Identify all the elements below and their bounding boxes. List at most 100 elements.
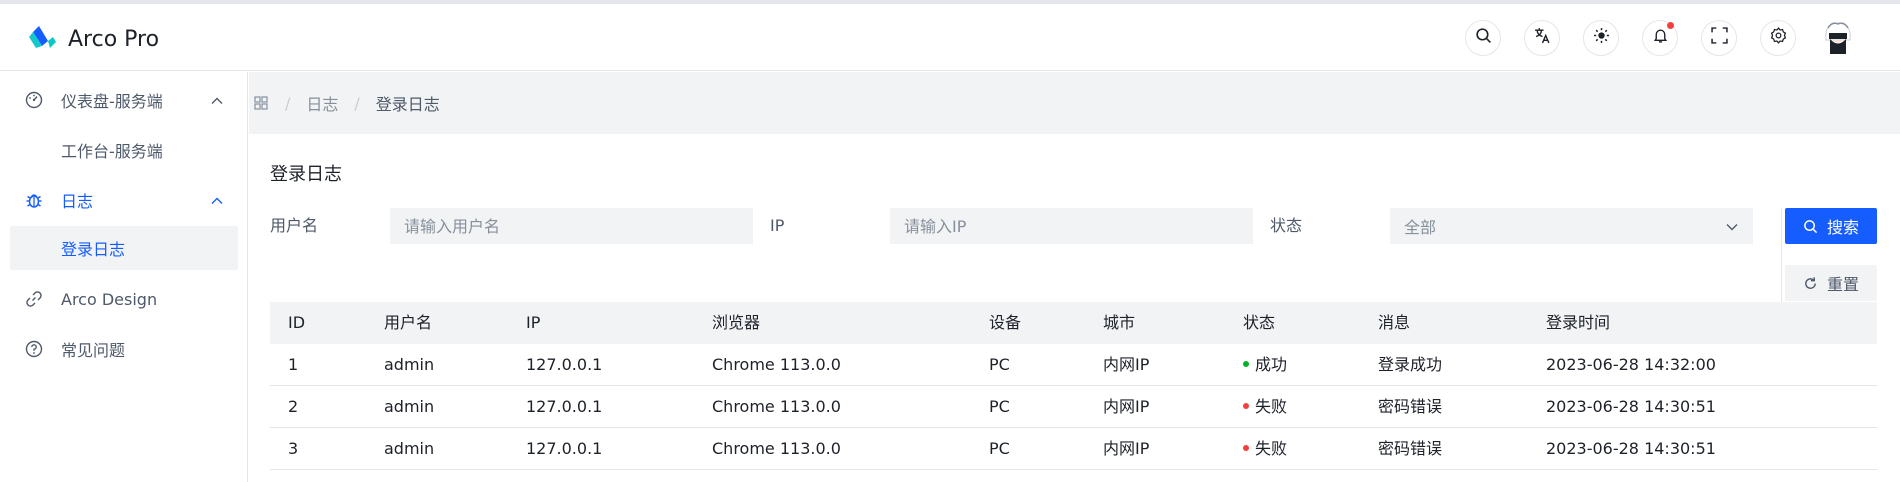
login-log-table: ID 用户名 IP 浏览器 设备 城市 状态 消息 登录时间 1 admin 1… xyxy=(270,302,1877,470)
ip-label: IP xyxy=(770,216,785,235)
sidebar-item-login-log[interactable]: 登录日志 xyxy=(10,226,238,270)
column-header[interactable]: 浏览器 xyxy=(712,302,760,344)
bug-icon xyxy=(24,190,44,210)
translate-icon xyxy=(1534,27,1551,49)
cell-status: 失败 xyxy=(1243,428,1287,470)
settings-icon xyxy=(1770,26,1787,49)
sidebar-item-label: 常见问题 xyxy=(61,341,126,360)
search-icon xyxy=(1803,219,1827,234)
breadcrumb-bar: / 日志 / 登录日志 xyxy=(249,72,1900,134)
cell-time: 2023-06-28 14:30:51 xyxy=(1546,439,1716,458)
page-title: 登录日志 xyxy=(270,164,342,185)
sidebar-item-label: 日志 xyxy=(61,192,94,211)
sidebar: 仪表盘-服务端 工作台-服务端 日志 登录日志 Arco Design 常见问题 xyxy=(0,72,248,482)
app-title: Arco Pro xyxy=(68,27,160,52)
refresh-icon xyxy=(1803,276,1827,291)
cell-ip: 127.0.0.1 xyxy=(526,355,603,374)
brand[interactable]: Arco Pro xyxy=(26,24,159,55)
status-select[interactable]: 全部 xyxy=(1390,208,1753,244)
sidebar-item-arco-design[interactable]: Arco Design xyxy=(10,277,238,321)
cell-time: 2023-06-28 14:32:00 xyxy=(1546,355,1716,374)
link-icon xyxy=(24,289,44,309)
cell-city: 内网IP xyxy=(1103,439,1150,458)
search-button[interactable] xyxy=(1465,19,1501,56)
theme-icon xyxy=(1593,27,1610,49)
cell-username: admin xyxy=(384,439,435,458)
cell-ip: 127.0.0.1 xyxy=(526,397,603,416)
apps-icon[interactable] xyxy=(253,95,269,111)
cell-username: admin xyxy=(384,397,435,416)
sidebar-item-label: Arco Design xyxy=(61,289,158,309)
dashboard-icon xyxy=(24,90,44,110)
fullscreen-button[interactable] xyxy=(1701,19,1737,56)
cell-status: 成功 xyxy=(1243,344,1287,386)
column-header[interactable]: 用户名 xyxy=(384,302,432,344)
chevron-up-icon xyxy=(210,93,224,107)
arco-logo-icon xyxy=(26,24,56,55)
sidebar-item-label: 仪表盘-服务端 xyxy=(61,92,163,111)
status-select-value: 全部 xyxy=(1404,218,1437,237)
status-text: 成功 xyxy=(1255,355,1288,374)
column-header[interactable]: IP xyxy=(526,302,540,344)
sidebar-item-log[interactable]: 日志 xyxy=(10,178,238,222)
sidebar-item-workplace[interactable]: 工作台-服务端 xyxy=(10,128,238,172)
cell-message: 登录成功 xyxy=(1378,355,1443,374)
cell-browser: Chrome 113.0.0 xyxy=(712,355,841,374)
sidebar-item-label: 工作台-服务端 xyxy=(61,142,163,161)
settings-button[interactable] xyxy=(1760,19,1796,56)
theme-toggle-button[interactable] xyxy=(1583,19,1619,56)
breadcrumb: / 日志 / 登录日志 xyxy=(249,72,440,134)
status-text: 失败 xyxy=(1255,439,1288,458)
cell-ip: 127.0.0.1 xyxy=(526,439,603,458)
table-row[interactable]: 3 admin 127.0.0.1 Chrome 113.0.0 PC 内网IP… xyxy=(270,428,1877,470)
cell-username: admin xyxy=(384,355,435,374)
breadcrumb-separator: / xyxy=(354,93,360,113)
sidebar-item-dashboard[interactable]: 仪表盘-服务端 xyxy=(10,78,238,122)
sidebar-item-faq[interactable]: 常见问题 xyxy=(10,327,238,371)
navbar-actions xyxy=(1442,4,1900,71)
column-header[interactable]: 消息 xyxy=(1378,302,1410,344)
language-button[interactable] xyxy=(1524,19,1560,56)
cell-time: 2023-06-28 14:30:51 xyxy=(1546,397,1716,416)
search-icon xyxy=(1475,27,1492,49)
reset-button-label: 重置 xyxy=(1826,277,1859,294)
table-row[interactable]: 1 admin 127.0.0.1 Chrome 113.0.0 PC 内网IP… xyxy=(270,344,1877,386)
breadcrumb-item[interactable]: 日志 xyxy=(306,91,338,115)
column-header[interactable]: ID xyxy=(288,302,305,344)
sidebar-item-label: 登录日志 xyxy=(61,240,126,259)
filter-divider xyxy=(1781,208,1782,302)
status-text: 失败 xyxy=(1255,397,1288,416)
cell-message: 密码错误 xyxy=(1378,439,1443,458)
reset-button[interactable]: 重置 xyxy=(1785,265,1877,301)
chevron-down-icon xyxy=(1725,219,1739,233)
main-content: 登录日志 用户名 IP 状态 全部 搜索 重置 ID 用户名 IP 浏览器 设备… xyxy=(249,134,1900,482)
user-avatar[interactable] xyxy=(1818,18,1858,58)
ip-input[interactable] xyxy=(890,208,1253,244)
cell-city: 内网IP xyxy=(1103,397,1150,416)
table-row[interactable]: 2 admin 127.0.0.1 Chrome 113.0.0 PC 内网IP… xyxy=(270,386,1877,428)
column-header[interactable]: 状态 xyxy=(1243,302,1275,344)
cell-id: 1 xyxy=(288,355,299,374)
status-label: 状态 xyxy=(1270,216,1303,235)
question-icon xyxy=(24,339,44,359)
column-header[interactable]: 城市 xyxy=(1103,302,1135,344)
notification-badge xyxy=(1667,21,1674,29)
cell-browser: Chrome 113.0.0 xyxy=(712,397,841,416)
cell-device: PC xyxy=(989,439,1010,458)
column-header[interactable]: 设备 xyxy=(989,302,1021,344)
search-button-label: 搜索 xyxy=(1826,220,1859,237)
search-button[interactable]: 搜索 xyxy=(1785,208,1877,244)
breadcrumb-separator: / xyxy=(285,93,291,113)
cell-device: PC xyxy=(989,355,1010,374)
notification-button[interactable] xyxy=(1642,19,1678,56)
bell-icon xyxy=(1652,27,1669,49)
fullscreen-icon xyxy=(1710,26,1728,49)
status-dot-danger xyxy=(1243,402,1249,409)
column-header[interactable]: 登录时间 xyxy=(1546,302,1610,344)
cell-message: 密码错误 xyxy=(1378,397,1443,416)
status-dot-success xyxy=(1243,360,1249,367)
username-input[interactable] xyxy=(390,208,753,244)
cell-id: 3 xyxy=(288,439,299,458)
table-header: ID 用户名 IP 浏览器 设备 城市 状态 消息 登录时间 xyxy=(270,302,1877,344)
breadcrumb-item-current: 登录日志 xyxy=(375,95,440,114)
